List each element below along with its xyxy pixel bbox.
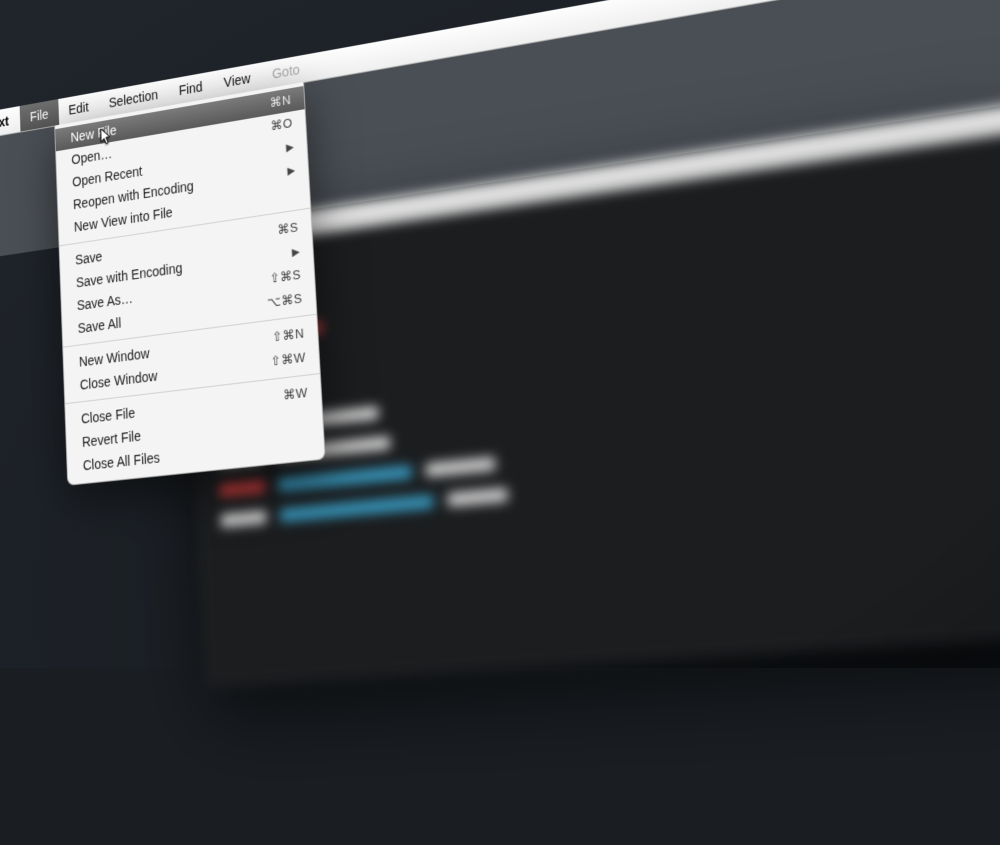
- submenu-arrow-icon: ▶: [287, 163, 295, 177]
- submenu-arrow-icon: ▶: [286, 140, 294, 154]
- menuitem-label: Save: [75, 249, 103, 268]
- menuitem-shortcut: ⌘O: [270, 115, 293, 134]
- menuitem-shortcut: ⇧⌘S: [269, 267, 301, 287]
- menuitem-label: Save All: [77, 315, 121, 336]
- photo-stage: Sublime Text File Edit Selection Find Vi…: [0, 0, 1000, 668]
- menuitem-label: Close Window: [80, 368, 158, 393]
- menuitem-label: Open…: [71, 146, 112, 168]
- menuitem-label: Revert File: [82, 428, 141, 450]
- menuitem-shortcut: ⌥⌘S: [267, 291, 303, 312]
- submenu-arrow-icon: ▶: [292, 244, 301, 258]
- screen-plane: Sublime Text File Edit Selection Find Vi…: [0, 0, 1000, 844]
- menuitem-shortcut: ⌘N: [270, 92, 292, 111]
- menuitem-label: Close All Files: [83, 450, 160, 474]
- menuitem-shortcut: ⌘W: [283, 385, 308, 404]
- menuitem-label: Close File: [81, 405, 136, 427]
- menuitem-shortcut: ⌘S: [277, 219, 299, 238]
- menuitem-shortcut: ⇧⌘N: [272, 325, 305, 345]
- file-dropdown-menu: New File ⌘N Open… ⌘O Open Recent ▶ Reope…: [54, 82, 326, 486]
- menuitem-shortcut: ⇧⌘W: [270, 349, 306, 369]
